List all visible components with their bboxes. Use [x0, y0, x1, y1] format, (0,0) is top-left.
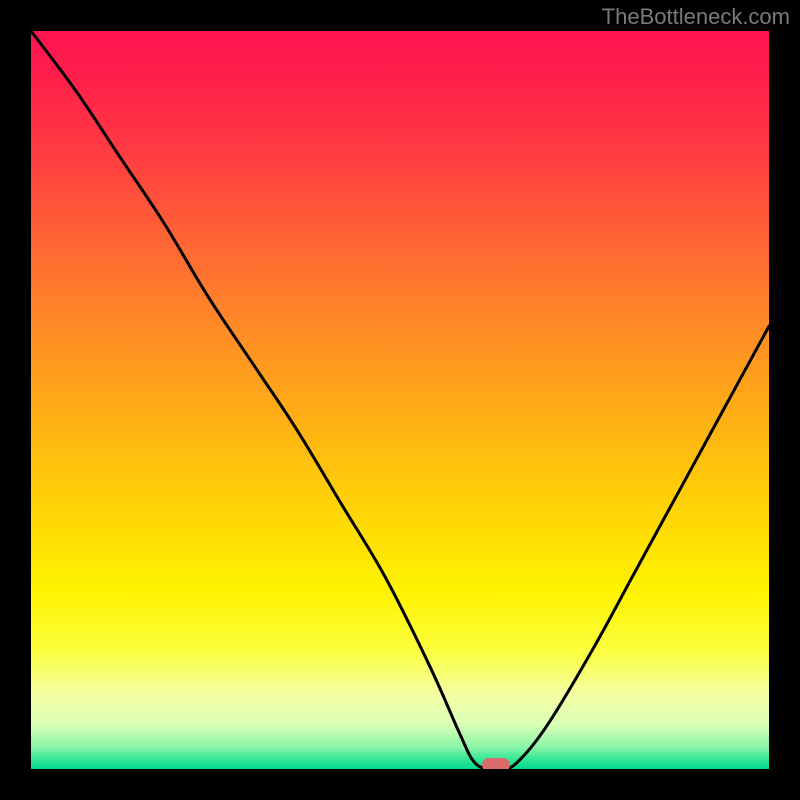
plot-area	[31, 31, 769, 769]
chart-frame: TheBottleneck.com	[0, 0, 800, 800]
bottleneck-curve	[31, 31, 769, 769]
watermark-text: TheBottleneck.com	[602, 4, 790, 30]
optimal-marker	[482, 758, 510, 769]
